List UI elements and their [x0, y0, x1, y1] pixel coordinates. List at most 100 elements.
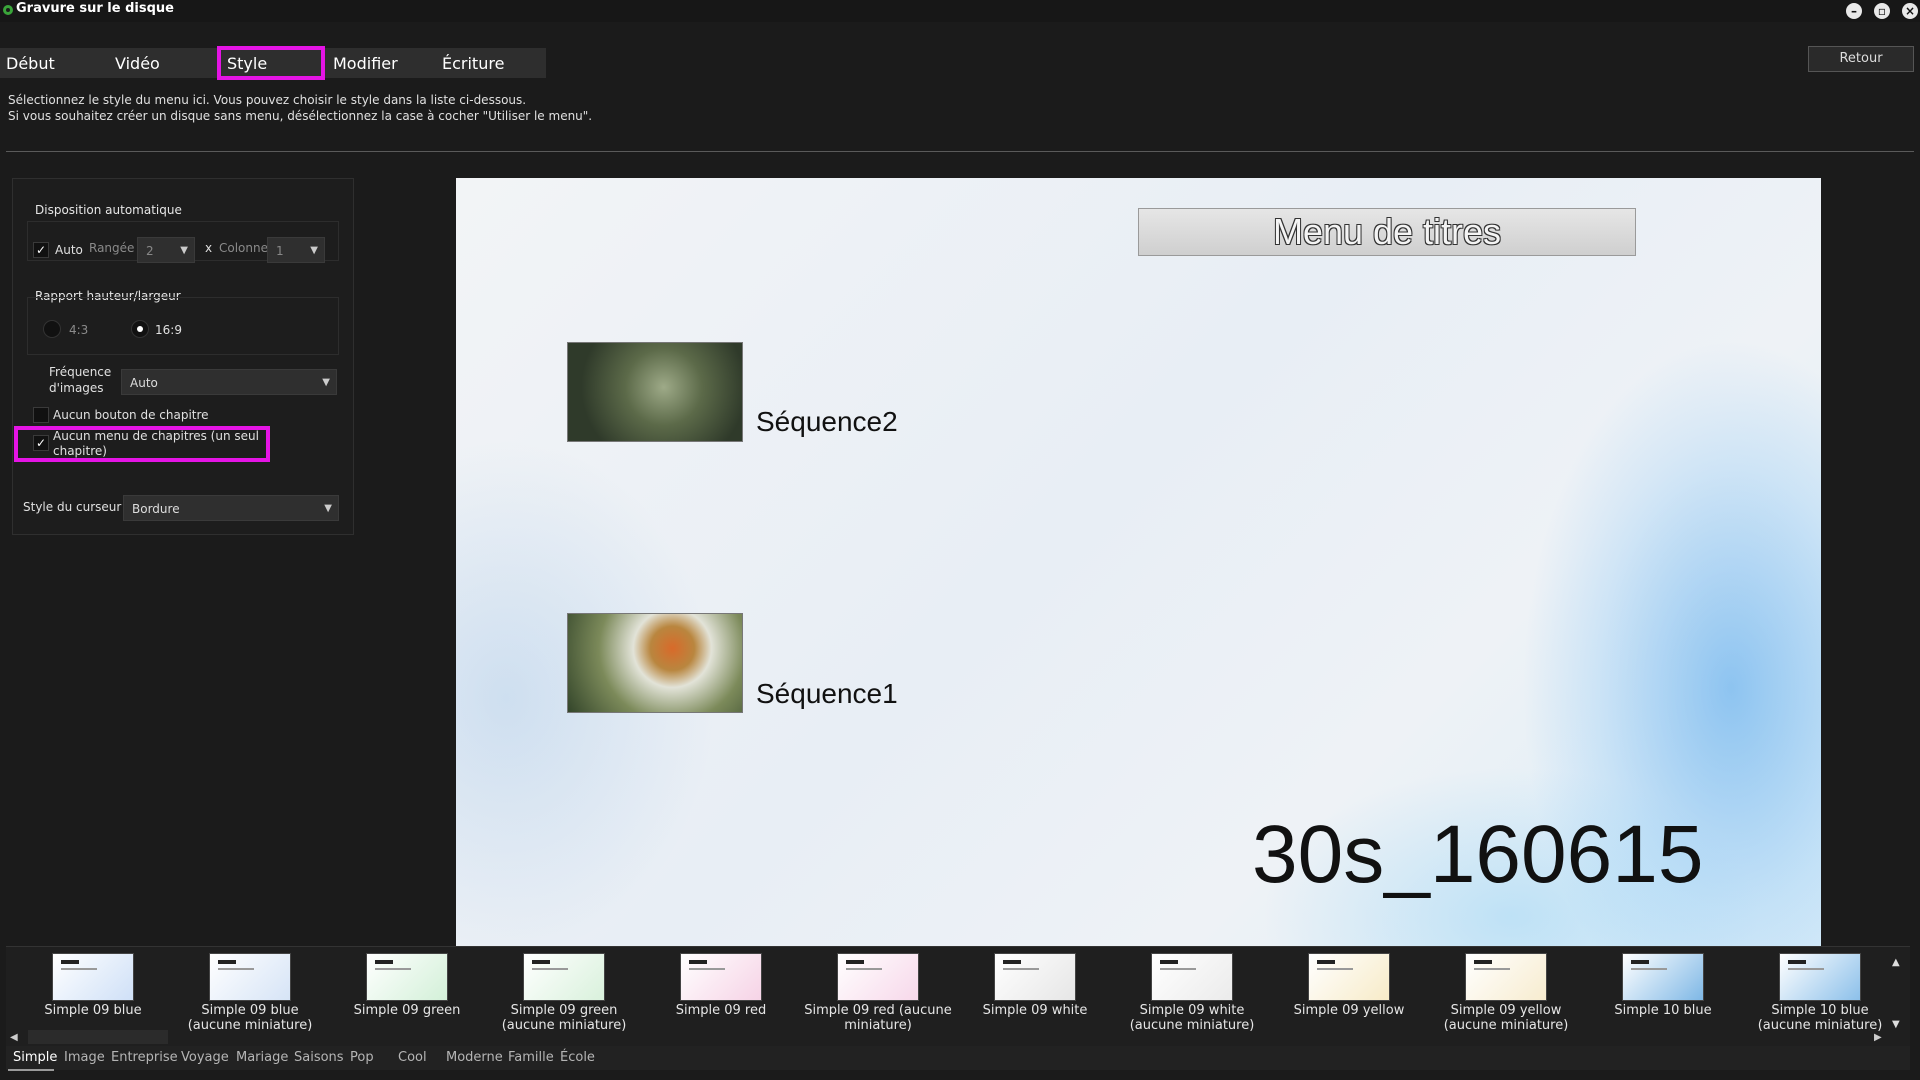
- template-title-bar: [1160, 960, 1178, 964]
- main-tabs: Début Vidéo Style Modifier Écriture: [0, 46, 546, 80]
- row-select[interactable]: 2 ▼: [137, 237, 195, 263]
- template-name: Simple 09 yellow (aucune miniature): [1443, 1003, 1569, 1033]
- disc-name[interactable]: 30s_160615: [1252, 808, 1703, 902]
- category-mariage[interactable]: Mariage: [236, 1050, 288, 1065]
- close-icon[interactable]: ×: [1902, 3, 1918, 19]
- aspect-43-label: 4:3: [69, 323, 89, 337]
- template-item[interactable]: Simple 10 blue: [1588, 953, 1738, 1033]
- template-name: Simple 09 red: [675, 1003, 767, 1018]
- scroll-down-icon[interactable]: ▼: [1892, 1019, 1900, 1030]
- template-name: Simple 09 white (aucune miniature): [1129, 1003, 1255, 1033]
- back-button[interactable]: Retour: [1808, 46, 1914, 72]
- template-item[interactable]: Simple 09 green (aucune miniature): [489, 953, 639, 1033]
- horizontal-scrollbar-thumb[interactable]: [28, 1030, 168, 1044]
- chevron-down-icon: ▼: [180, 245, 188, 256]
- sequence-thumbnail[interactable]: [567, 613, 743, 713]
- x-label: x: [205, 241, 213, 255]
- template-line: [1631, 968, 1667, 970]
- minimize-icon[interactable]: –: [1846, 3, 1862, 19]
- menu-title[interactable]: Menu de titres: [1138, 208, 1636, 256]
- template-name: Simple 09 blue: [44, 1003, 142, 1018]
- category-voyage[interactable]: Voyage: [181, 1050, 229, 1065]
- instruction-line-2: Si vous souhaitez créer un disque sans m…: [8, 109, 593, 123]
- tab-video[interactable]: Vidéo: [115, 50, 160, 78]
- template-item[interactable]: Simple 10 blue (aucune miniature): [1745, 953, 1895, 1033]
- template-item[interactable]: Simple 09 white (aucune miniature): [1117, 953, 1267, 1033]
- template-item[interactable]: Simple 09 red (aucune miniature): [803, 953, 953, 1033]
- tab-ecriture[interactable]: Écriture: [442, 50, 504, 78]
- category-pop[interactable]: Pop: [350, 1050, 374, 1065]
- template-title-bar: [532, 960, 550, 964]
- category-moderne[interactable]: Moderne: [446, 1050, 503, 1065]
- category-ecole[interactable]: École: [560, 1050, 595, 1065]
- highlight-box: [14, 426, 270, 462]
- auto-checkbox[interactable]: ✓: [33, 242, 49, 258]
- template-name: Simple 10 blue (aucune miniature): [1757, 1003, 1883, 1033]
- template-name: Simple 09 green (aucune miniature): [501, 1003, 627, 1033]
- template-title-bar: [1317, 960, 1335, 964]
- frame-rate-value: Auto: [130, 376, 158, 390]
- no-chapter-button-checkbox[interactable]: [33, 407, 49, 423]
- template-item[interactable]: Simple 09 blue (aucune miniature): [175, 953, 325, 1033]
- app-icon: [3, 5, 13, 15]
- sequence-thumbnail[interactable]: [567, 342, 743, 442]
- template-name: Simple 09 yellow: [1293, 1003, 1405, 1018]
- scroll-right-icon[interactable]: ▶: [1874, 1032, 1882, 1043]
- menu-preview: Menu de titres Séquence2 Séquence1 30s_1…: [456, 178, 1821, 946]
- template-item[interactable]: Simple 09 white: [960, 953, 1110, 1033]
- sequence-label[interactable]: Séquence1: [756, 678, 898, 710]
- divider: [6, 151, 1914, 152]
- category-simple[interactable]: Simple: [13, 1050, 57, 1065]
- template-preview-image: [1151, 953, 1233, 1001]
- template-item[interactable]: Simple 09 green: [332, 953, 482, 1033]
- template-item[interactable]: Simple 09 blue: [18, 953, 168, 1033]
- category-tabs: Simple Image Entreprise Voyage Mariage S…: [6, 1046, 1910, 1070]
- template-title-bar: [1631, 960, 1649, 964]
- template-preview-image: [1465, 953, 1547, 1001]
- chevron-down-icon: ▼: [324, 503, 332, 514]
- template-title-bar: [846, 960, 864, 964]
- tab-style[interactable]: Style: [217, 46, 325, 80]
- column-label: Colonne: [219, 241, 268, 255]
- template-line: [1788, 968, 1824, 970]
- template-line: [218, 968, 254, 970]
- scroll-up-icon[interactable]: ▲: [1892, 957, 1900, 968]
- settings-panel: Disposition automatique ✓ Auto Rangée 2 …: [12, 178, 354, 535]
- template-item[interactable]: Simple 09 red: [646, 953, 796, 1033]
- sequence-label[interactable]: Séquence2: [756, 406, 898, 438]
- template-name: Simple 09 white: [982, 1003, 1088, 1018]
- vertical-scrollbar[interactable]: ▲ ▼: [1892, 957, 1906, 1037]
- category-famille[interactable]: Famille: [508, 1050, 554, 1065]
- template-item[interactable]: Simple 09 yellow (aucune miniature): [1431, 953, 1581, 1033]
- template-item[interactable]: Simple 09 yellow: [1274, 953, 1424, 1033]
- column-select[interactable]: 1 ▼: [267, 237, 325, 263]
- template-name: Simple 09 blue (aucune miniature): [187, 1003, 313, 1033]
- tab-debut[interactable]: Début: [6, 50, 55, 78]
- template-preview-image: [1622, 953, 1704, 1001]
- template-preview-image: [366, 953, 448, 1001]
- template-title-bar: [1788, 960, 1806, 964]
- tab-modifier[interactable]: Modifier: [333, 50, 398, 78]
- template-title-bar: [689, 960, 707, 964]
- template-preview-image: [52, 953, 134, 1001]
- template-line: [1317, 968, 1353, 970]
- no-chapter-button-label: Aucun bouton de chapitre: [53, 408, 209, 422]
- scroll-left-icon[interactable]: ◀: [10, 1032, 18, 1043]
- cursor-style-value: Bordure: [132, 502, 180, 516]
- category-entreprise[interactable]: Entreprise: [111, 1050, 178, 1065]
- frame-rate-select[interactable]: Auto ▼: [121, 369, 337, 395]
- category-image[interactable]: Image: [64, 1050, 105, 1065]
- category-cool[interactable]: Cool: [398, 1050, 427, 1065]
- category-saisons[interactable]: Saisons: [294, 1050, 344, 1065]
- aspect-169-label: 16:9: [155, 323, 182, 337]
- aspect-169-radio[interactable]: [131, 320, 149, 338]
- row-label: Rangée: [89, 241, 135, 255]
- template-name: Simple 09 green: [353, 1003, 461, 1018]
- cursor-style-select[interactable]: Bordure ▼: [123, 495, 339, 521]
- template-line: [689, 968, 725, 970]
- aspect-43-radio[interactable]: [43, 320, 61, 338]
- active-category-indicator: [8, 1069, 54, 1071]
- template-line: [532, 968, 568, 970]
- template-preview-image: [523, 953, 605, 1001]
- maximize-icon[interactable]: ▫: [1874, 3, 1890, 19]
